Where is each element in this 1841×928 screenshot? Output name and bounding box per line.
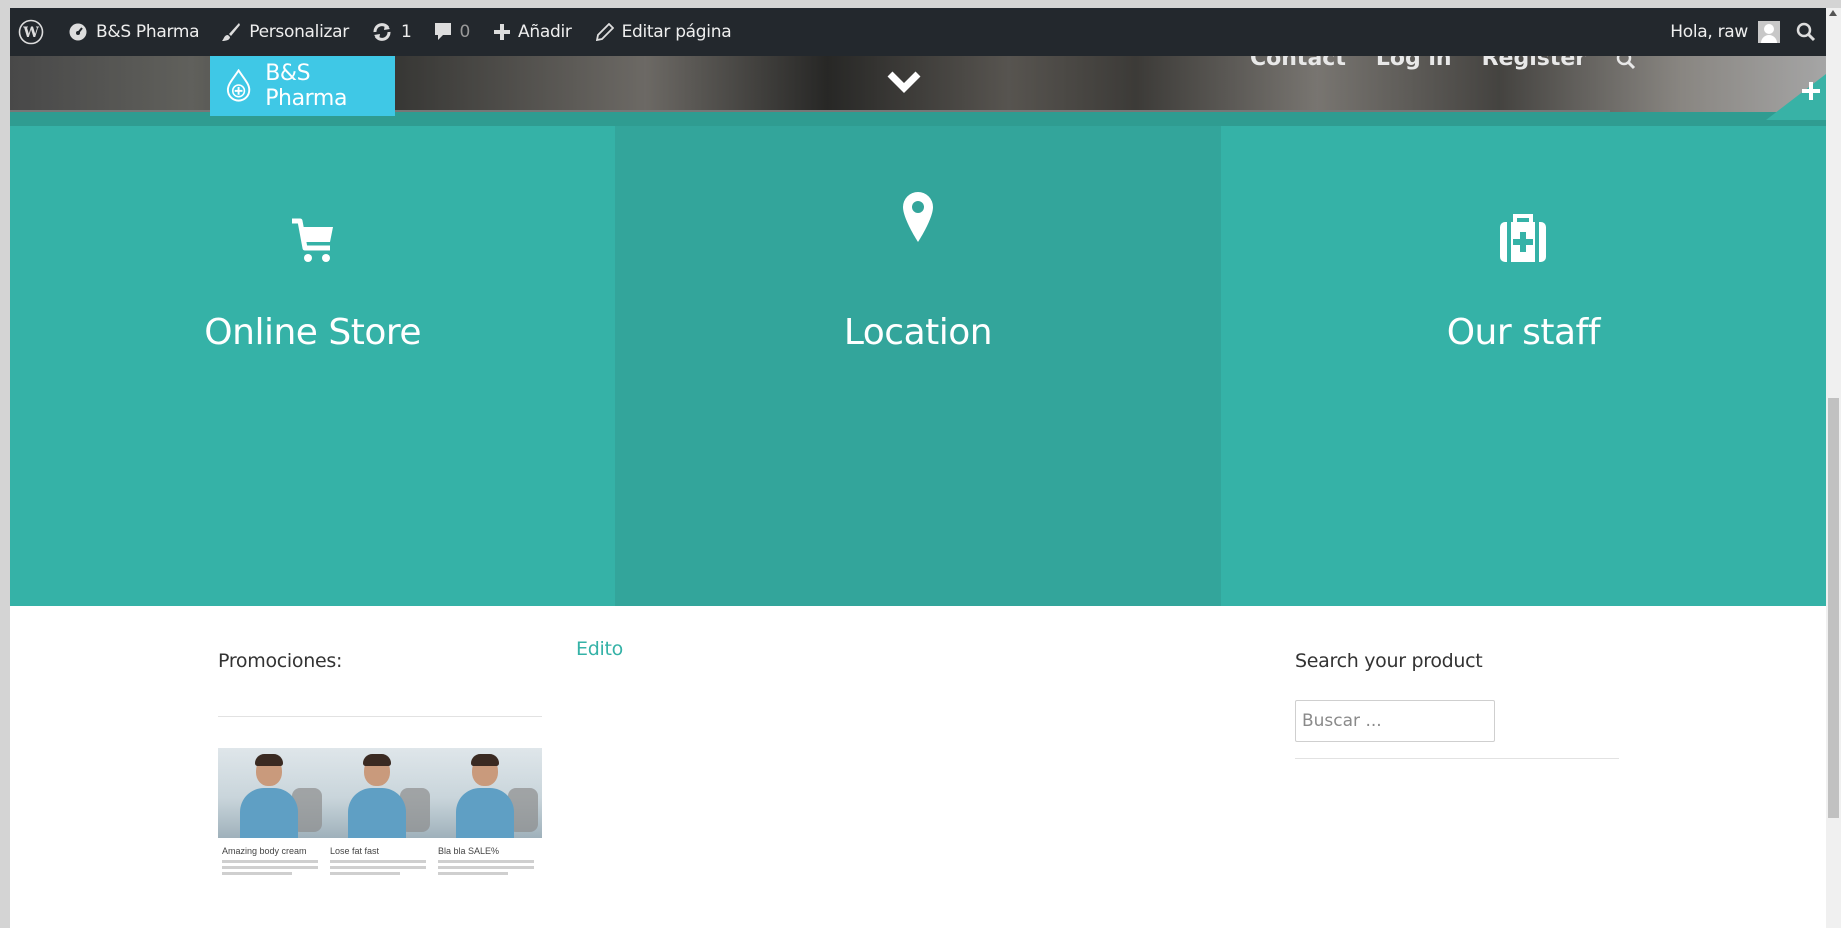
edito-link[interactable]: Edito [576, 638, 623, 660]
site-header: B&S Pharma Contact Log in Register [10, 56, 1826, 126]
product-search-input[interactable] [1295, 700, 1495, 742]
my-account-menu[interactable]: Hola, raw [1662, 8, 1788, 56]
medkit-icon [1500, 214, 1547, 262]
dashboard-icon [69, 23, 87, 41]
add-new-label: Añadir [518, 22, 572, 42]
scroll-up-arrow-icon[interactable] [1829, 10, 1837, 16]
promotions-divider [218, 716, 542, 717]
promo-item: Amazing body cream [218, 748, 326, 884]
comment-icon [434, 23, 451, 40]
feature-our-staff[interactable]: Our staff [1220, 126, 1826, 606]
feature-boxes: Online Store Location Our staff [10, 126, 1826, 606]
promotions-title: Promociones: [218, 650, 343, 672]
promo-item: Bla bla SALE% [434, 748, 542, 884]
feature-title: Online Store [204, 312, 422, 353]
feature-title: Our staff [1446, 312, 1601, 353]
nav-register[interactable]: Register [1482, 56, 1587, 71]
map-marker-icon [902, 192, 933, 242]
greeting-label: Hola, raw [1670, 22, 1748, 42]
promo-item: Lose fat fast [326, 748, 434, 884]
customize-menu[interactable]: Personalizar [213, 8, 357, 56]
search-icon [1796, 22, 1816, 42]
customize-label: Personalizar [249, 22, 349, 42]
site-logo[interactable]: B&S Pharma [210, 56, 395, 116]
feature-online-store[interactable]: Online Store [10, 126, 616, 606]
promo-name: Lose fat fast [330, 846, 380, 856]
updates-count: 1 [400, 22, 412, 42]
primary-nav: Contact Log in Register [1250, 56, 1636, 71]
edit-page-menu[interactable]: Editar página [588, 8, 740, 56]
svg-text:W: W [22, 25, 39, 41]
nav-log-in[interactable]: Log in [1376, 56, 1452, 71]
cart-icon [291, 218, 333, 262]
wordpress-logo-icon[interactable]: W [10, 8, 52, 56]
edit-page-label: Editar página [621, 22, 732, 42]
drop-cross-icon [226, 69, 251, 102]
promo-text-lines [434, 860, 542, 875]
add-new-menu[interactable]: Añadir [486, 8, 580, 56]
plus-icon [494, 24, 511, 40]
promo-name: Bla bla SALE% [438, 846, 500, 856]
main-content: Promociones: Amazing body cream Lose fat… [10, 606, 1826, 928]
updates-menu[interactable]: 1 [363, 8, 420, 56]
promotions-banner[interactable]: Amazing body cream Lose fat fast Bla bla… [218, 748, 542, 884]
comments-menu[interactable]: 0 [426, 8, 479, 56]
promo-name: Amazing body cream [222, 846, 307, 856]
feature-title: Location [843, 312, 993, 353]
corner-plus-icon[interactable] [1802, 82, 1820, 100]
site-name-menu[interactable]: B&S Pharma [60, 8, 207, 56]
comments-count: 0 [459, 22, 471, 42]
search-divider [1295, 758, 1619, 759]
promo-text-lines [218, 860, 326, 875]
promo-image [218, 748, 326, 838]
admin-search-button[interactable] [1788, 8, 1826, 56]
nav-contact[interactable]: Contact [1250, 56, 1346, 71]
browser-window: W B&S Pharma Personalizar 1 0 Añadir Edi… [0, 0, 1841, 928]
page-viewport: W B&S Pharma Personalizar 1 0 Añadir Edi… [10, 8, 1826, 928]
nav-search-icon[interactable] [1616, 56, 1636, 70]
wp-admin-bar: W B&S Pharma Personalizar 1 0 Añadir Edi… [10, 8, 1826, 56]
promo-image [326, 748, 434, 838]
search-widget-title: Search your product [1295, 650, 1483, 672]
logo-text: B&S Pharma [265, 61, 348, 111]
avatar [1758, 21, 1780, 43]
promo-text-lines [326, 860, 434, 875]
paintbrush-icon [222, 23, 241, 41]
pencil-icon [595, 23, 614, 41]
feature-location[interactable]: Location [615, 126, 1221, 606]
updates-icon [373, 23, 391, 41]
promo-image [434, 748, 542, 838]
page-scrollbar[interactable] [1826, 8, 1841, 928]
chevron-down-icon[interactable] [887, 70, 921, 94]
site-name-label: B&S Pharma [96, 22, 200, 42]
scroll-thumb[interactable] [1828, 398, 1839, 818]
